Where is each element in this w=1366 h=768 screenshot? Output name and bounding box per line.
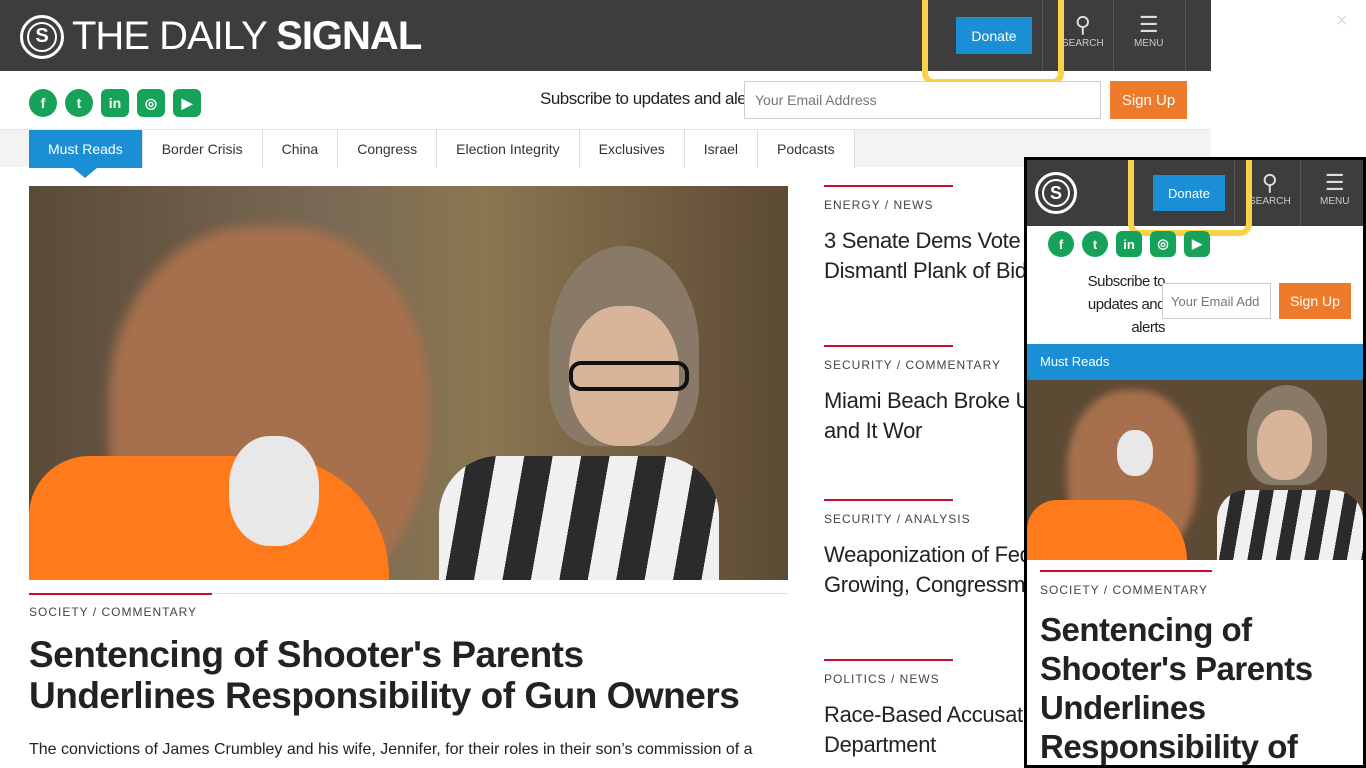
subscribe-bar: f t in ◎ ▶ Subscribe to updates and aler… bbox=[0, 71, 1211, 129]
social-links: f t in ◎ ▶ bbox=[29, 89, 201, 117]
logo-wordmark: THE DAILY SIGNAL bbox=[72, 14, 422, 59]
facebook-icon[interactable]: f bbox=[29, 89, 57, 117]
logo-mark-letter: S bbox=[27, 21, 57, 52]
mobile-search-button[interactable]: ⚲ SEARCH bbox=[1249, 170, 1291, 207]
hero-striped-shirt bbox=[439, 456, 719, 580]
search-icon: ⚲ bbox=[1261, 170, 1278, 195]
menu-label: MENU bbox=[1134, 38, 1164, 49]
search-icon: ⚲ bbox=[1074, 12, 1091, 37]
hero-headphone bbox=[229, 436, 319, 546]
story-accent-line bbox=[824, 499, 953, 501]
hero-woman bbox=[419, 246, 719, 580]
logo-mark-icon: S bbox=[20, 14, 64, 59]
tab-china[interactable]: China bbox=[262, 130, 339, 168]
category-tabs: Must Reads Border Crisis China Congress … bbox=[29, 130, 855, 178]
twitter-icon[interactable]: t bbox=[65, 89, 93, 117]
hamburger-menu-icon: ☰ bbox=[1324, 170, 1345, 195]
mobile-hero-face bbox=[1257, 410, 1312, 480]
main-story-title[interactable]: Sentencing of Shooter's Parents Underlin… bbox=[29, 634, 769, 716]
email-input[interactable] bbox=[744, 81, 1101, 119]
youtube-icon[interactable]: ▶ bbox=[1184, 231, 1210, 257]
search-button[interactable]: ⚲ SEARCH bbox=[1062, 12, 1104, 49]
hamburger-menu-icon: ☰ bbox=[1138, 12, 1159, 37]
mobile-signup-button[interactable]: Sign Up bbox=[1279, 283, 1351, 319]
mobile-subscribe-label: Subscribe to updates and alerts bbox=[1087, 273, 1166, 336]
tab-exclusives[interactable]: Exclusives bbox=[579, 130, 685, 168]
twitter-icon[interactable]: t bbox=[1082, 231, 1108, 257]
linkedin-icon[interactable]: in bbox=[101, 89, 129, 117]
instagram-icon[interactable]: ◎ bbox=[137, 89, 165, 117]
mobile-story-title[interactable]: Sentencing of Shooter's Parents Underlin… bbox=[1040, 610, 1360, 765]
mobile-header-divider bbox=[1300, 160, 1301, 226]
story-accent-line bbox=[824, 345, 953, 347]
mobile-hero-headphone bbox=[1117, 430, 1153, 476]
mobile-logo-letter: S bbox=[1042, 179, 1070, 207]
mobile-menu-button[interactable]: ☰ MENU bbox=[1320, 170, 1349, 207]
tab-border-crisis[interactable]: Border Crisis bbox=[142, 130, 263, 168]
mobile-logo-icon[interactable]: S bbox=[1035, 172, 1077, 214]
main-story-divider bbox=[212, 593, 788, 594]
hero-image[interactable] bbox=[29, 186, 788, 580]
header-divider bbox=[1113, 0, 1114, 71]
mobile-hero-striped-shirt bbox=[1217, 490, 1363, 560]
mobile-view: S Donate ⚲ SEARCH ☰ MENU f t in ◎ ▶ Subs… bbox=[1024, 157, 1366, 768]
mobile-search-label: SEARCH bbox=[1249, 196, 1291, 207]
linkedin-icon[interactable]: in bbox=[1116, 231, 1142, 257]
tab-must-reads[interactable]: Must Reads bbox=[29, 130, 143, 178]
main-story-blurb: The convictions of James Crumbley and hi… bbox=[29, 741, 753, 758]
hero-glasses bbox=[569, 361, 689, 391]
mobile-email-input[interactable] bbox=[1162, 283, 1271, 319]
mobile-social-links: f t in ◎ ▶ bbox=[1048, 231, 1210, 257]
tab-podcasts[interactable]: Podcasts bbox=[758, 130, 855, 168]
logo-text-light: THE DAILY bbox=[72, 14, 277, 58]
mobile-donate-highlight-box bbox=[1128, 160, 1252, 236]
mobile-menu-label: MENU bbox=[1320, 196, 1350, 207]
story-accent-line bbox=[824, 185, 953, 187]
menu-button[interactable]: ☰ MENU bbox=[1134, 12, 1163, 49]
tab-congress[interactable]: Congress bbox=[338, 130, 438, 168]
subscribe-label: Subscribe to updates and alerts bbox=[540, 89, 764, 108]
instagram-icon[interactable]: ◎ bbox=[1150, 231, 1176, 257]
mobile-hero-image[interactable] bbox=[1027, 380, 1363, 560]
search-label: SEARCH bbox=[1062, 38, 1104, 49]
youtube-icon[interactable]: ▶ bbox=[173, 89, 201, 117]
facebook-icon[interactable]: f bbox=[1048, 231, 1074, 257]
story-accent-line bbox=[824, 659, 953, 661]
logo-text-bold: SIGNAL bbox=[276, 14, 422, 58]
site-logo[interactable]: S THE DAILY SIGNAL bbox=[20, 14, 422, 59]
close-icon[interactable]: × bbox=[1336, 10, 1348, 33]
mobile-category-nav: Must Reads bbox=[1027, 344, 1363, 380]
main-story-category[interactable]: SOCIETY / COMMENTARY bbox=[29, 593, 212, 619]
tab-election-integrity[interactable]: Election Integrity bbox=[437, 130, 580, 168]
tab-israel[interactable]: Israel bbox=[684, 130, 758, 168]
header-divider bbox=[1185, 0, 1186, 71]
mobile-story-category[interactable]: SOCIETY / COMMENTARY bbox=[1040, 570, 1212, 597]
signup-button[interactable]: Sign Up bbox=[1110, 81, 1187, 119]
mobile-tab-must-reads[interactable]: Must Reads bbox=[1040, 354, 1109, 369]
